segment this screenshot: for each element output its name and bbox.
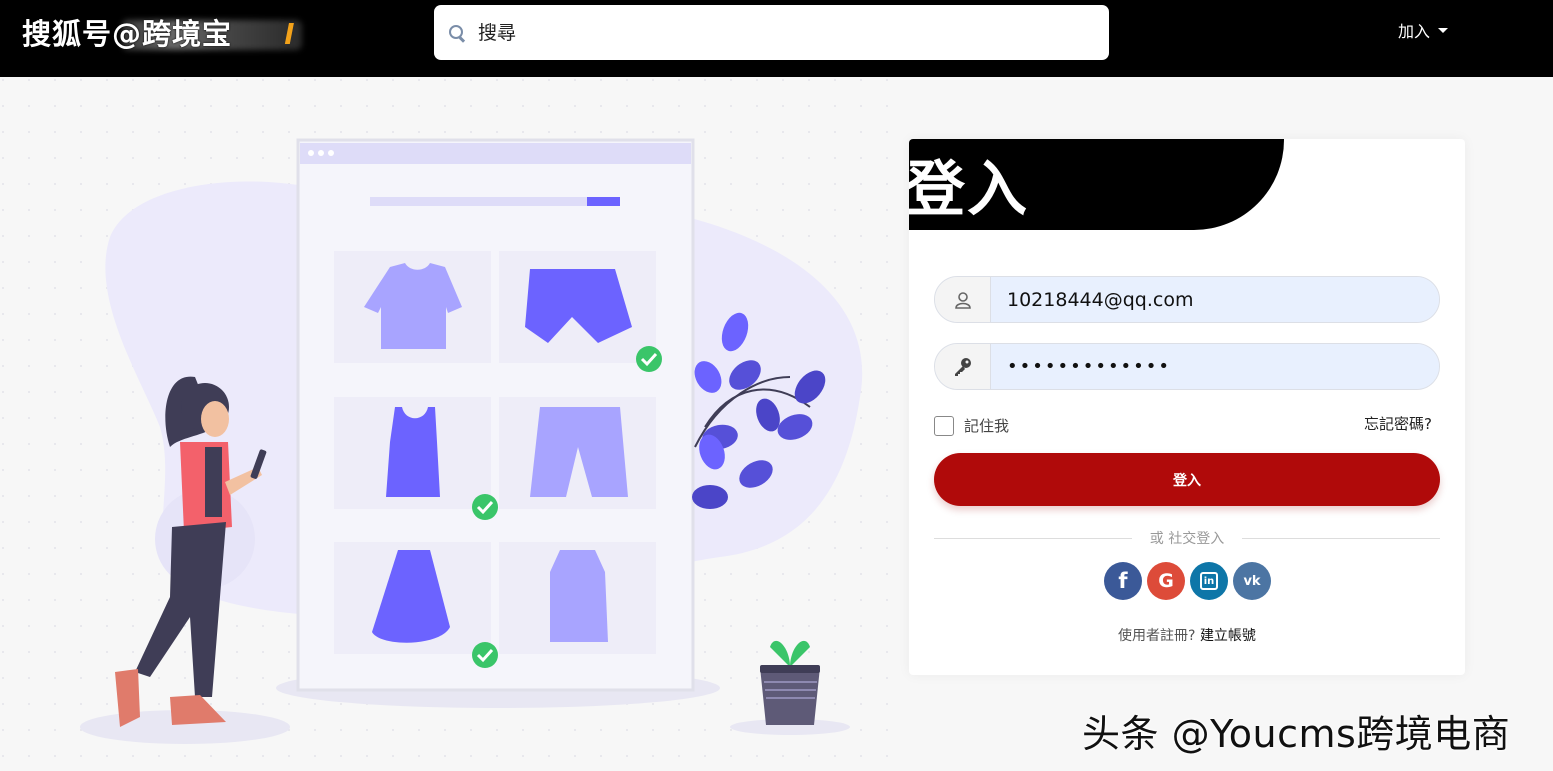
google-icon[interactable]: G (1147, 562, 1185, 600)
login-header: 登入 (909, 139, 1284, 230)
signup-prompt-text: 使用者註冊? (1118, 628, 1196, 644)
check-icon (472, 494, 498, 520)
brand-logo[interactable]: 搜狐号@跨境宝 l (22, 12, 302, 52)
password-input[interactable] (991, 344, 1439, 389)
vk-icon[interactable]: vk (1233, 562, 1271, 600)
social-buttons: f G in vk (1104, 562, 1271, 600)
logo-mark: l (284, 18, 294, 51)
linkedin-icon[interactable]: in (1190, 562, 1228, 600)
divider-line (1242, 537, 1441, 539)
forgot-password-link[interactable]: 忘記密碼? (1364, 413, 1432, 434)
search-bar[interactable] (434, 5, 1109, 60)
join-dropdown[interactable]: 加入 (1398, 18, 1449, 42)
search-icon (448, 24, 466, 42)
caret-down-icon (1438, 27, 1449, 33)
key-icon (935, 344, 991, 389)
vest-item (550, 550, 608, 642)
social-divider: 或 社交登入 (934, 528, 1441, 548)
check-icon (472, 642, 498, 668)
divider-line (934, 537, 1132, 539)
email-input[interactable] (991, 277, 1439, 322)
signup-prompt: 使用者註冊? 建立帳號 (909, 625, 1465, 645)
search-input[interactable] (478, 21, 1078, 44)
login-card: 登入 記住我 忘記密碼? 登入 或 社交登入 f G in vk 使用者註冊? … (909, 139, 1465, 675)
shopping-illustration (0, 77, 900, 771)
create-account-link[interactable]: 建立帳號 (1200, 628, 1256, 644)
join-label: 加入 (1398, 22, 1431, 41)
login-title: 登入 (909, 155, 1029, 225)
user-icon (935, 277, 991, 322)
brand-watermark-text: 搜狐号@跨境宝 (22, 17, 233, 51)
browser-window (296, 138, 695, 692)
check-icon (636, 346, 662, 372)
linkedin-glyph: in (1200, 572, 1218, 590)
social-login-label: 或 社交登入 (1149, 531, 1225, 547)
tank-item (386, 407, 440, 497)
remember-me[interactable]: 記住我 (934, 415, 1009, 436)
password-field[interactable] (934, 343, 1440, 390)
top-navbar: 搜狐号@跨境宝 l 加入 (0, 0, 1553, 77)
watermark-text: 头条 @Youcms跨境电商 (1082, 712, 1511, 756)
email-field[interactable] (934, 276, 1440, 323)
login-button[interactable]: 登入 (934, 453, 1440, 506)
remember-checkbox[interactable] (934, 415, 954, 436)
facebook-icon[interactable]: f (1104, 562, 1142, 600)
remember-label: 記住我 (964, 417, 1010, 435)
